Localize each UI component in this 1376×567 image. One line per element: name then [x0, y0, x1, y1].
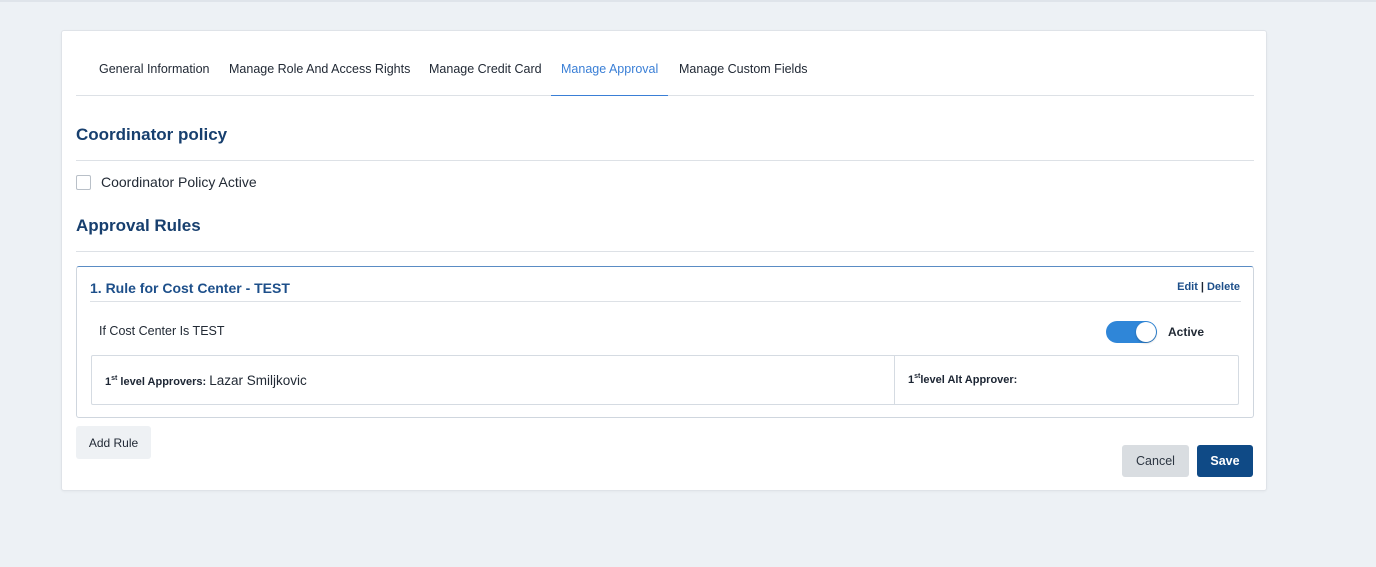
rule-actions: Edit | Delete	[1177, 281, 1240, 293]
rule-condition: If Cost Center Is TEST	[99, 324, 225, 338]
section-divider	[76, 160, 1254, 161]
top-border	[0, 0, 1376, 2]
tab-manage-approval[interactable]: Manage Approval	[551, 49, 669, 96]
add-rule-button[interactable]: Add Rule	[76, 426, 151, 459]
section-divider	[76, 251, 1254, 252]
first-level-approvers: 1st level Approvers: Lazar Smiljkovic	[105, 373, 307, 388]
approval-rule-card: 1. Rule for Cost Center - TEST Edit | Dele…	[76, 266, 1254, 418]
save-button[interactable]: Save	[1197, 445, 1253, 477]
rule-active-toggle[interactable]	[1106, 321, 1157, 343]
delete-rule-link[interactable]: Delete	[1207, 281, 1240, 293]
approvers-value[interactable]: Lazar Smiljkovic	[209, 373, 307, 388]
coordinator-policy-label: Coordinator Policy Active	[101, 174, 257, 190]
coordinator-policy-checkbox[interactable]	[76, 175, 91, 190]
approval-rules-title: Approval Rules	[76, 216, 201, 235]
alt-approver-label: level Alt Approver:	[920, 374, 1018, 386]
tab-general-information[interactable]: General Information	[99, 49, 209, 96]
approvers-panel: 1st level Approvers: Lazar Smiljkovic 1s…	[91, 355, 1239, 405]
rule-divider	[90, 301, 1241, 302]
rule-active-label: Active	[1168, 325, 1205, 339]
settings-card: General Information Manage Role And Acce…	[61, 30, 1267, 491]
level-ordinal: st	[111, 375, 118, 382]
tab-manage-credit-card[interactable]: Manage Credit Card	[429, 49, 542, 96]
approvers-label: level Approvers:	[120, 376, 207, 388]
tab-manage-role-and-access-rights[interactable]: Manage Role And Access Rights	[229, 49, 410, 96]
approver-divider	[894, 356, 895, 404]
tab-bar: General Information Manage Role And Acce…	[76, 49, 1254, 96]
first-level-alt-approver[interactable]: 1stlevel Alt Approver:	[908, 373, 1017, 386]
coordinator-policy-title: Coordinator policy	[76, 125, 228, 144]
action-separator: |	[1200, 281, 1204, 293]
rule-title: 1. Rule for Cost Center - TEST	[90, 280, 290, 296]
tab-manage-custom-fields[interactable]: Manage Custom Fields	[679, 49, 808, 96]
toggle-knob	[1136, 322, 1156, 342]
edit-rule-link[interactable]: Edit	[1177, 281, 1198, 293]
cancel-button[interactable]: Cancel	[1122, 445, 1189, 477]
